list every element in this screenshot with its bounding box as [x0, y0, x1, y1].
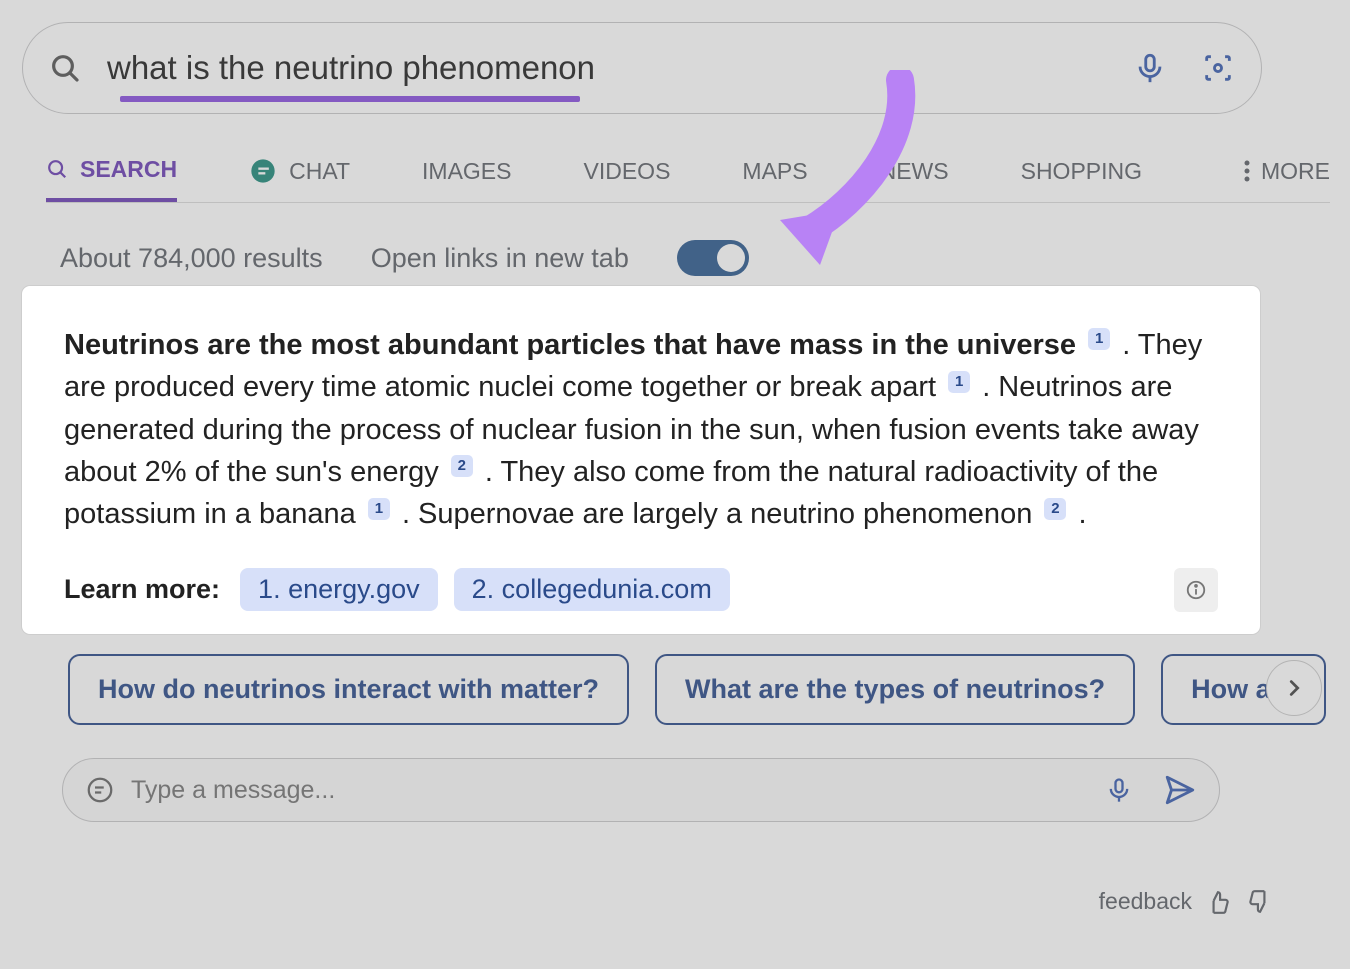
tab-news[interactable]: NEWS [880, 140, 949, 202]
suggestions-next-button[interactable] [1266, 660, 1322, 716]
answer-segment: . Supernovae are largely a neutrino phen… [402, 498, 1032, 530]
ai-answer-card: Neutrinos are the most abundant particle… [22, 286, 1260, 634]
tab-chat[interactable]: CHAT [249, 140, 350, 202]
chat-icon [249, 157, 277, 185]
learn-more-label: Learn more: [64, 574, 220, 605]
open-links-label: Open links in new tab [371, 243, 629, 274]
chat-input[interactable] [115, 776, 1105, 805]
source-chip[interactable]: 1. energy.gov [240, 568, 438, 611]
thumbs-up-icon[interactable] [1206, 889, 1232, 915]
tab-label: IMAGES [422, 158, 511, 185]
citation-badge[interactable]: 1 [948, 371, 970, 393]
answer-text: Neutrinos are the most abundant particle… [64, 324, 1218, 536]
tab-label: MORE [1261, 158, 1330, 185]
learn-more-row: Learn more: 1. energy.gov 2. collegeduni… [64, 568, 1218, 612]
results-count: About 784,000 results [60, 243, 323, 274]
tab-label: NEWS [880, 158, 949, 185]
more-dots-icon [1243, 159, 1251, 183]
citation-badge[interactable]: 1 [368, 498, 390, 520]
search-tabs: SEARCH CHAT IMAGES VIDEOS MAPS NEWS SHOP… [46, 140, 1330, 203]
suggestion-pill[interactable]: How do neutrinos interact with matter? [68, 654, 629, 725]
open-links-toggle[interactable] [677, 240, 749, 276]
tab-label: SHOPPING [1021, 158, 1142, 185]
tab-videos[interactable]: VIDEOS [584, 140, 671, 202]
citation-badge[interactable]: 2 [451, 455, 473, 477]
info-icon[interactable] [1174, 568, 1218, 612]
tab-label: MAPS [742, 158, 807, 185]
search-icon [49, 52, 81, 84]
tab-images[interactable]: IMAGES [422, 140, 511, 202]
answer-lead: Neutrinos are the most abundant particle… [64, 329, 1076, 361]
feedback-row: feedback [1099, 888, 1272, 915]
tab-label: VIDEOS [584, 158, 671, 185]
citation-badge[interactable]: 1 [1088, 328, 1110, 350]
tab-search[interactable]: SEARCH [46, 140, 177, 202]
suggestion-pill[interactable]: What are the types of neutrinos? [655, 654, 1135, 725]
tab-label: SEARCH [80, 156, 177, 183]
results-summary: About 784,000 results Open links in new … [60, 240, 749, 276]
tab-more[interactable]: MORE [1243, 140, 1330, 202]
tab-shopping[interactable]: SHOPPING [1021, 140, 1142, 202]
microphone-icon[interactable] [1105, 776, 1133, 804]
answer-segment: . [1078, 498, 1086, 530]
thumbs-down-icon[interactable] [1246, 889, 1272, 915]
search-query-underline [120, 96, 580, 102]
chat-bubble-icon [85, 775, 115, 805]
chat-message-bar[interactable] [62, 758, 1220, 822]
feedback-label[interactable]: feedback [1099, 888, 1192, 915]
search-input[interactable] [81, 49, 1133, 87]
tab-label: CHAT [289, 158, 350, 185]
tab-maps[interactable]: MAPS [742, 140, 807, 202]
source-chip[interactable]: 2. collegedunia.com [454, 568, 730, 611]
suggestion-row: How do neutrinos interact with matter? W… [68, 654, 1350, 725]
camera-search-icon[interactable] [1201, 51, 1235, 85]
citation-badge[interactable]: 2 [1044, 498, 1066, 520]
send-icon[interactable] [1163, 773, 1197, 807]
microphone-icon[interactable] [1133, 51, 1167, 85]
